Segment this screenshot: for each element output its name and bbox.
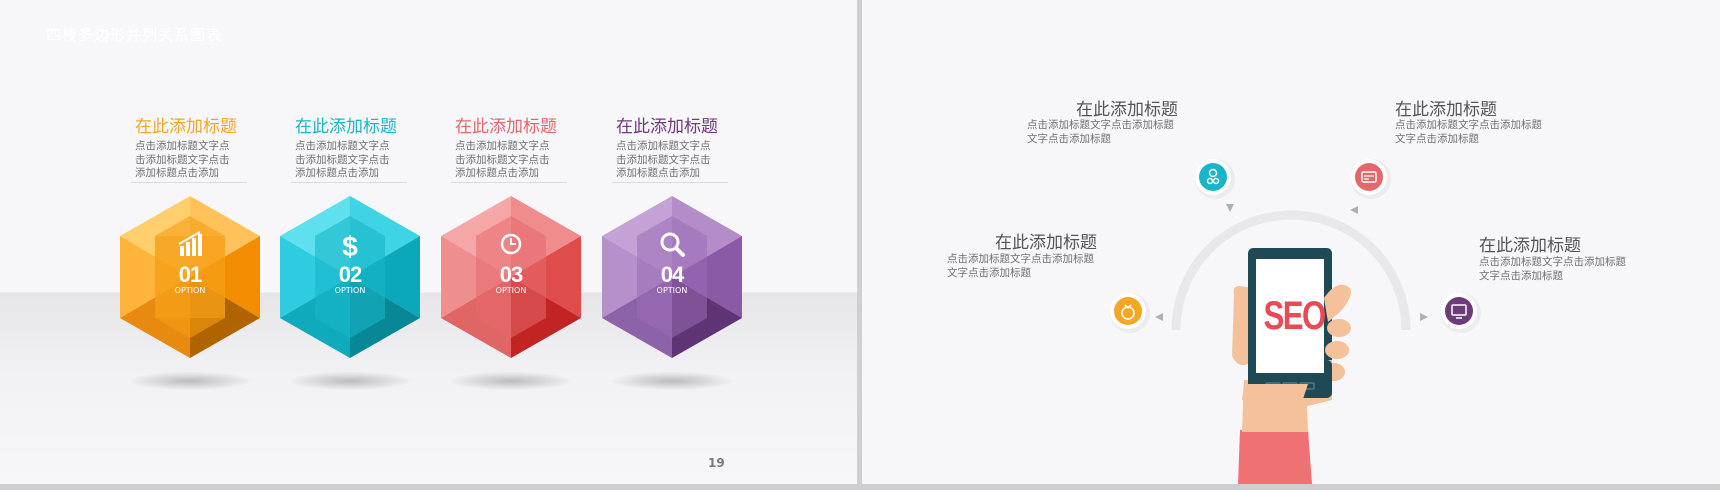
card-2: 在此添加标题 点击添加标题文字点击添加标题文字点击添加标题点击添加 <box>291 116 415 183</box>
card-title: 在此添加标题 <box>135 117 237 137</box>
clock-icon <box>491 224 531 264</box>
hand-phone-illustration <box>1232 248 1351 484</box>
card-desc: 点击添加标题文字点击添加标题文字点击添加标题点击添加 <box>135 140 230 179</box>
hexagon-shadow <box>451 372 571 390</box>
option-number: 01 <box>178 262 202 287</box>
phone-screen-text: SEO <box>1263 294 1326 338</box>
deck-title: 四棱多边形并列关系图表 <box>46 26 223 44</box>
option-label: OPTION <box>174 286 206 295</box>
search-icon <box>652 224 692 264</box>
slide-right: 在此添加标题 点击添加标题文字点击添加标题 文字点击添加标题 在此添加标题 点击… <box>862 0 1720 484</box>
dollar-icon: $ <box>330 224 370 264</box>
hexagon-shadow <box>612 372 732 390</box>
hexagon-option-4: 04 OPTION <box>602 196 742 358</box>
option-label: OPTION <box>656 286 688 295</box>
svg-text:$: $ <box>342 231 358 262</box>
card-1: 在此添加标题 点击添加标题文字点击添加标题文字点击添加标题点击添加 <box>131 116 255 183</box>
divider <box>451 182 567 183</box>
divider <box>291 182 407 183</box>
option-label: OPTION <box>334 286 366 295</box>
card-3: 在此添加标题 点击添加标题文字点击添加标题文字点击添加标题点击添加 <box>451 116 575 183</box>
divider <box>131 182 247 183</box>
card-desc: 点击添加标题文字点击添加标题文字点击添加标题点击添加 <box>295 140 390 179</box>
bar-chart-icon <box>170 224 210 264</box>
card-desc: 点击添加标题文字点击添加标题文字点击添加标题点击添加 <box>616 140 711 179</box>
card-title: 在此添加标题 <box>455 117 557 137</box>
option-label: OPTION <box>495 286 527 295</box>
slide-stage: 四棱多边形并列关系图表 在此添加标题 点击添加标题文字点击添加标题文字点击添加标… <box>0 0 1720 490</box>
hexagon-shadow <box>290 372 410 390</box>
card-title: 在此添加标题 <box>616 117 718 137</box>
hexagon-option-3: 03 OPTION <box>441 196 581 358</box>
hexagon-option-1: 01 OPTION <box>120 196 260 358</box>
hexagon-option-2: $ 02 OPTION <box>280 196 420 358</box>
option-number: 02 <box>338 262 362 287</box>
page-number: 19 <box>708 456 725 470</box>
option-number: 04 <box>660 262 684 287</box>
divider <box>612 182 728 183</box>
slide-left: 四棱多边形并列关系图表 在此添加标题 点击添加标题文字点击添加标题文字点击添加标… <box>0 0 857 484</box>
card-4: 在此添加标题 点击添加标题文字点击添加标题文字点击添加标题点击添加 <box>612 116 736 183</box>
card-title: 在此添加标题 <box>295 117 397 137</box>
hexagon-shadow <box>130 372 250 390</box>
option-number: 03 <box>499 262 523 287</box>
card-desc: 点击添加标题文字点击添加标题文字点击添加标题点击添加 <box>455 140 550 179</box>
